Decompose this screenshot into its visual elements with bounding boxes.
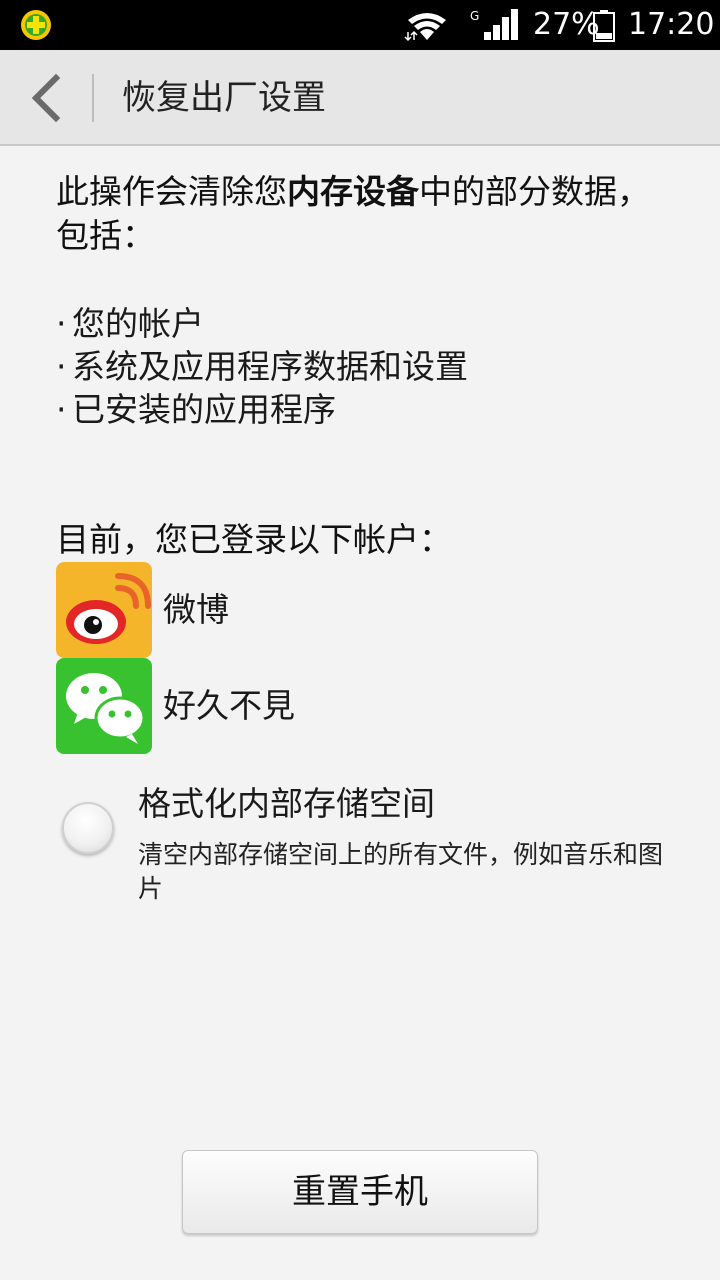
intro-before: 此操作会清除您 — [56, 172, 287, 211]
action-bar-divider — [92, 74, 94, 122]
app-notification-icon — [21, 10, 51, 40]
list-item-label: 您的帐户 — [72, 304, 204, 343]
page-title: 恢复出厂设置 — [122, 78, 326, 118]
account-name: 好久不見 — [163, 686, 295, 725]
action-bar: 恢复出厂设置 — [0, 50, 720, 146]
clock: 17:20 — [628, 7, 715, 42]
status-bar: G 27% 17:20 — [0, 0, 720, 50]
network-type-label: G — [470, 9, 479, 23]
content-area: 此操作会清除您内存设备中的部分数据，包括： · 您的帐户 · 系统及应用程序数据和设… — [56, 170, 676, 431]
accounts-title: 目前，您已登录以下帐户： — [56, 520, 452, 559]
weibo-icon — [56, 562, 152, 658]
option-description: 清空内部存储空间上的所有文件，例如音乐和图片 — [138, 840, 664, 903]
back-button[interactable] — [22, 72, 72, 124]
battery-percentage: 27% — [533, 7, 600, 42]
list-item: · 已安装的应用程序 — [56, 390, 336, 429]
list-item-label: 已安装的应用程序 — [72, 390, 336, 429]
chevron-left-icon — [31, 73, 61, 123]
account-name: 微博 — [163, 590, 229, 629]
intro-bold: 内存设备 — [287, 172, 419, 211]
format-internal-storage-option[interactable]: 格式化内部存储空间 清空内部存储空间上的所有文件，例如音乐和图片 — [56, 780, 676, 910]
list-item: · 系统及应用程序数据和设置 — [56, 347, 468, 386]
list-item: · 您的帐户 — [56, 304, 204, 343]
intro-text: 此操作会清除您内存设备中的部分数据，包括： — [56, 170, 676, 258]
account-item-weibo: 微博 — [56, 562, 456, 658]
signal-icon: G — [470, 9, 518, 40]
reset-phone-button[interactable]: 重置手机 — [182, 1150, 538, 1234]
data-list: · 您的帐户 · 系统及应用程序数据和设置 · 已安装的应用程序 — [56, 302, 676, 431]
option-title: 格式化内部存储空间 — [138, 784, 435, 823]
list-item-label: 系统及应用程序数据和设置 — [72, 347, 468, 386]
account-item-wechat: 好久不見 — [56, 658, 456, 754]
battery-icon — [593, 10, 615, 42]
wechat-icon — [56, 658, 152, 754]
wifi-icon — [404, 13, 446, 42]
format-checkbox[interactable] — [62, 802, 114, 854]
